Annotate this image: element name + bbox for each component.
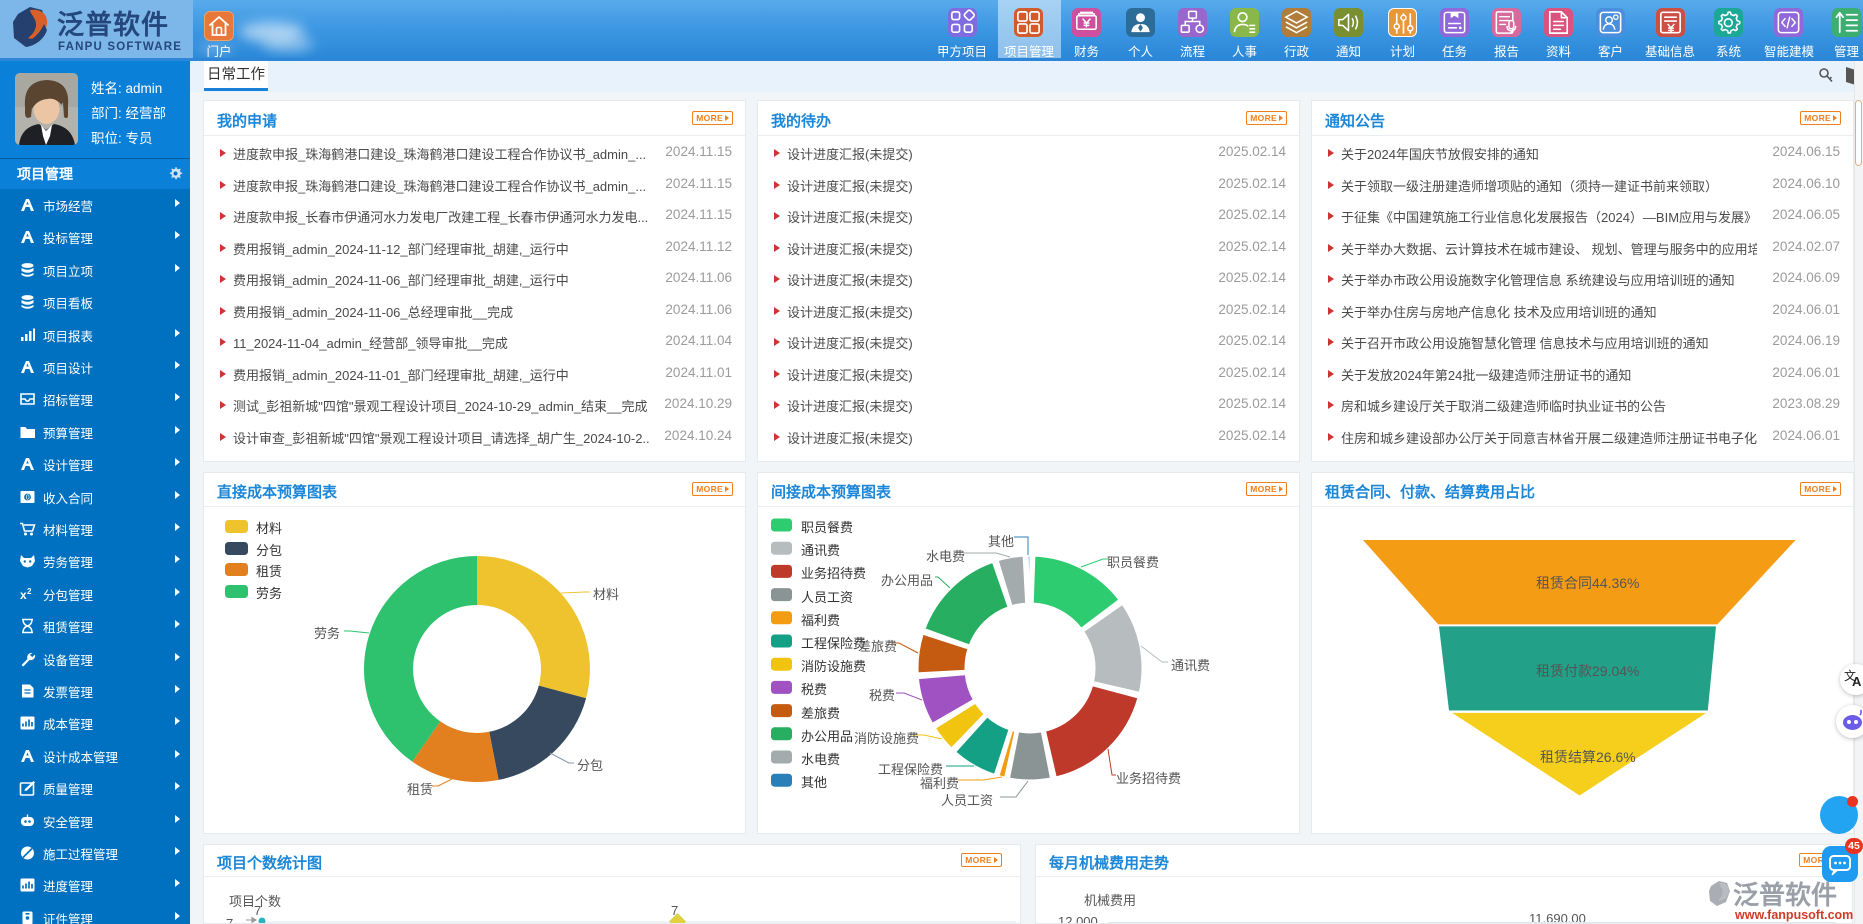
svg-text:x: x (20, 588, 27, 602)
svg-text:www.fanpusoft.com: www.fanpusoft.com (1734, 908, 1853, 922)
svg-text:2: 2 (27, 587, 32, 596)
svg-text:泛普软件: 泛普软件 (1733, 880, 1837, 910)
svg-text:FANPU SOFTWARE: FANPU SOFTWARE (58, 41, 182, 53)
svg-text:0: 0 (26, 494, 30, 501)
svg-text:泛普软件: 泛普软件 (57, 9, 169, 40)
